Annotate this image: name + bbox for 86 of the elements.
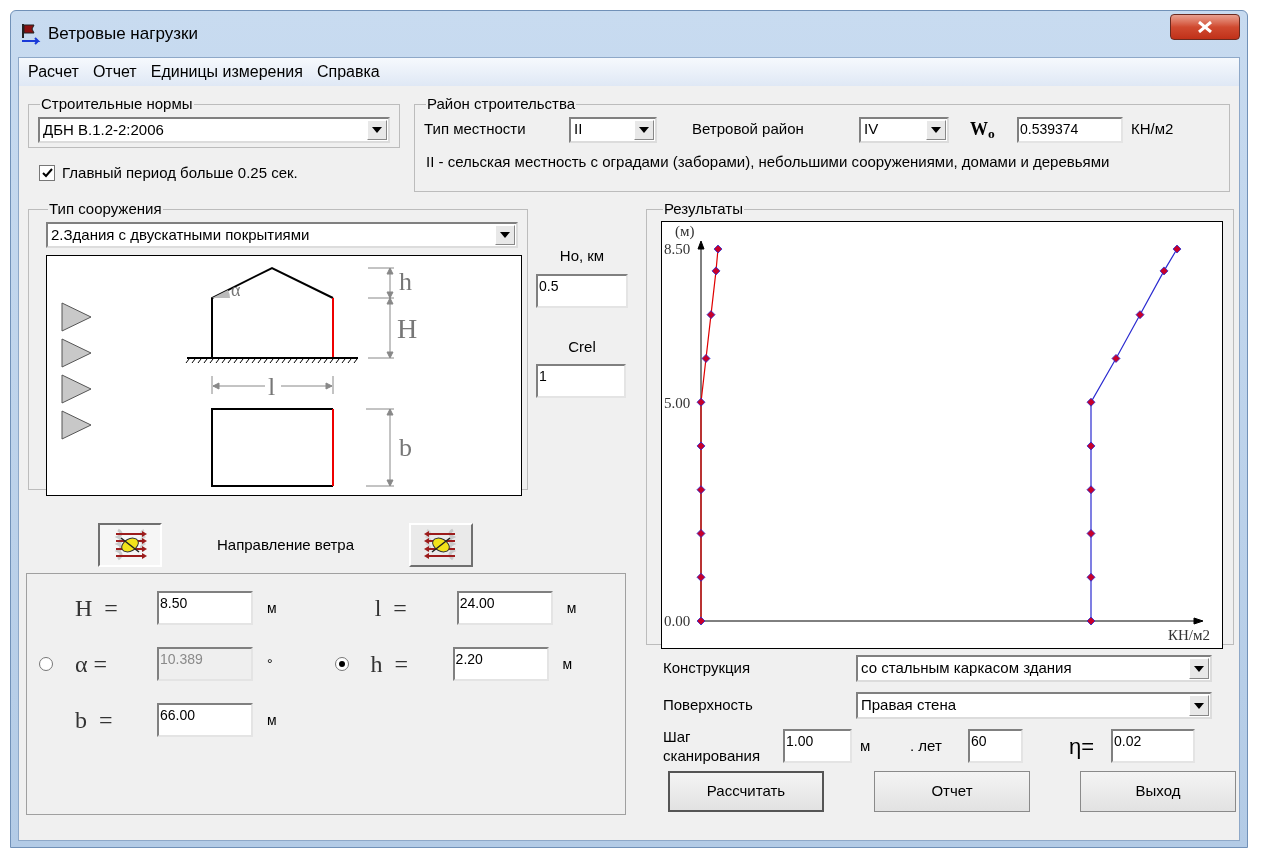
wind-triangle-icon <box>61 374 92 404</box>
width-label: b <box>399 433 412 462</box>
wind-direction-label: Направление ветра <box>215 534 356 555</box>
parameter-label: α = <box>75 650 109 679</box>
unit-label: ° <box>267 654 273 674</box>
group-label: Район строительства <box>427 95 576 112</box>
tick-label: 0.00 <box>664 613 691 629</box>
roof-height-label: h <box>399 267 412 296</box>
input-field[interactable]: 8.50 <box>157 591 253 625</box>
dropdown-button[interactable] <box>926 119 946 140</box>
input-field[interactable]: 0.5 <box>536 273 628 308</box>
check-icon <box>41 168 53 179</box>
action-button[interactable]: Выход <box>1080 771 1236 812</box>
menu-item[interactable]: Отчет <box>85 62 144 82</box>
caret-icon <box>931 126 941 133</box>
caret-icon <box>639 126 649 133</box>
input-field[interactable]: 1 <box>536 364 626 398</box>
unit-label: м <box>562 654 573 674</box>
menu-item[interactable]: Справка <box>309 62 387 82</box>
wall-height-label: H <box>397 313 418 344</box>
group-label: Тип сооружения <box>49 200 162 217</box>
dropdown[interactable]: ДБН В.1.2-2:2006 <box>38 117 390 143</box>
app-icon <box>20 23 42 45</box>
dropdown[interactable]: со стальным каркасом здания <box>856 655 1212 682</box>
wind-triangle-icon <box>61 338 92 368</box>
axis-unit-label: (м) <box>675 223 695 239</box>
unit-label: м <box>566 598 577 618</box>
dropdown[interactable]: II <box>569 116 657 143</box>
unit-label: м <box>267 710 277 730</box>
dropdown[interactable]: 2.Здания с двускатными покрытиями <box>46 222 518 248</box>
input-field[interactable]: 60 <box>968 729 1023 763</box>
caret-icon <box>1194 665 1204 672</box>
unit-label: м <box>267 598 277 618</box>
dropdown-button[interactable] <box>1189 658 1209 679</box>
radio-button[interactable] <box>334 657 349 671</box>
menu-item[interactable]: Расчет <box>21 62 86 82</box>
length-label: l <box>268 372 276 401</box>
wind-direction-button[interactable] <box>98 523 162 567</box>
input-field[interactable]: 2.20 <box>452 647 549 681</box>
dropdown[interactable]: Правая стена <box>856 692 1212 719</box>
tick-label: 8.50 <box>664 241 691 257</box>
angle-label: α <box>231 280 241 300</box>
unit-label: КН/м2 <box>1131 119 1174 140</box>
axis-unit-label: КН/м2 <box>1168 627 1210 643</box>
caret-icon <box>1194 702 1204 709</box>
field-label: Конструкция <box>663 658 752 679</box>
input-field[interactable]: 0.539374 <box>1017 116 1123 143</box>
field-label: η= <box>1069 732 1096 761</box>
close-icon <box>1198 21 1212 33</box>
caret-icon <box>500 232 510 238</box>
input-field[interactable]: 1.00 <box>783 729 852 763</box>
checkbox[interactable] <box>39 165 55 182</box>
dropdown-button[interactable] <box>367 120 387 140</box>
group-label: Результаты <box>664 200 743 217</box>
field-label: Тип местности <box>424 119 527 140</box>
field-label: Crel <box>567 336 597 357</box>
dropdown[interactable]: IV <box>859 116 949 143</box>
dropdown-button[interactable] <box>495 225 515 245</box>
input-field[interactable]: 24.00 <box>456 591 553 625</box>
menu-item[interactable]: Единицы измерения <box>143 62 310 82</box>
dropdown-button[interactable] <box>1189 695 1209 716</box>
unit-label: м <box>860 735 872 756</box>
action-button[interactable]: Рассчитать <box>668 771 824 812</box>
field-label: Ho, км <box>558 246 606 266</box>
wind-triangle-icon <box>61 302 92 332</box>
tick-label: 5.00 <box>664 395 691 411</box>
pressure-symbol: W$_{o}$ <box>970 118 996 143</box>
parameter-label: b = <box>75 706 114 735</box>
field-label: Ветровой район <box>692 119 805 140</box>
caret-icon <box>372 127 382 133</box>
field-label: Поверхность <box>663 695 754 716</box>
action-button[interactable]: Отчет <box>874 771 1030 812</box>
parameter-label: l = <box>374 594 408 623</box>
group-label: Строительные нормы <box>41 95 193 112</box>
dropdown-button[interactable] <box>634 119 654 140</box>
field-label: . лет <box>910 735 943 756</box>
input-field[interactable]: 0.02 <box>1111 729 1195 763</box>
input-field[interactable]: 66.00 <box>157 703 253 737</box>
checkbox-label: Главный период больше 0.25 сек. <box>62 163 298 183</box>
parameter-label: h = <box>370 650 410 679</box>
window-title: Ветровые нагрузки <box>48 24 198 44</box>
close-button[interactable] <box>1170 14 1240 40</box>
wind-triangle-icon <box>61 410 92 440</box>
field-label: Шаг сканирования <box>663 727 761 765</box>
terrain-description: II - сельская местность с оградами (заборами), небольшими сооружениями, домами и деревьями <box>426 152 1111 172</box>
parameter-label: H = <box>75 594 119 623</box>
